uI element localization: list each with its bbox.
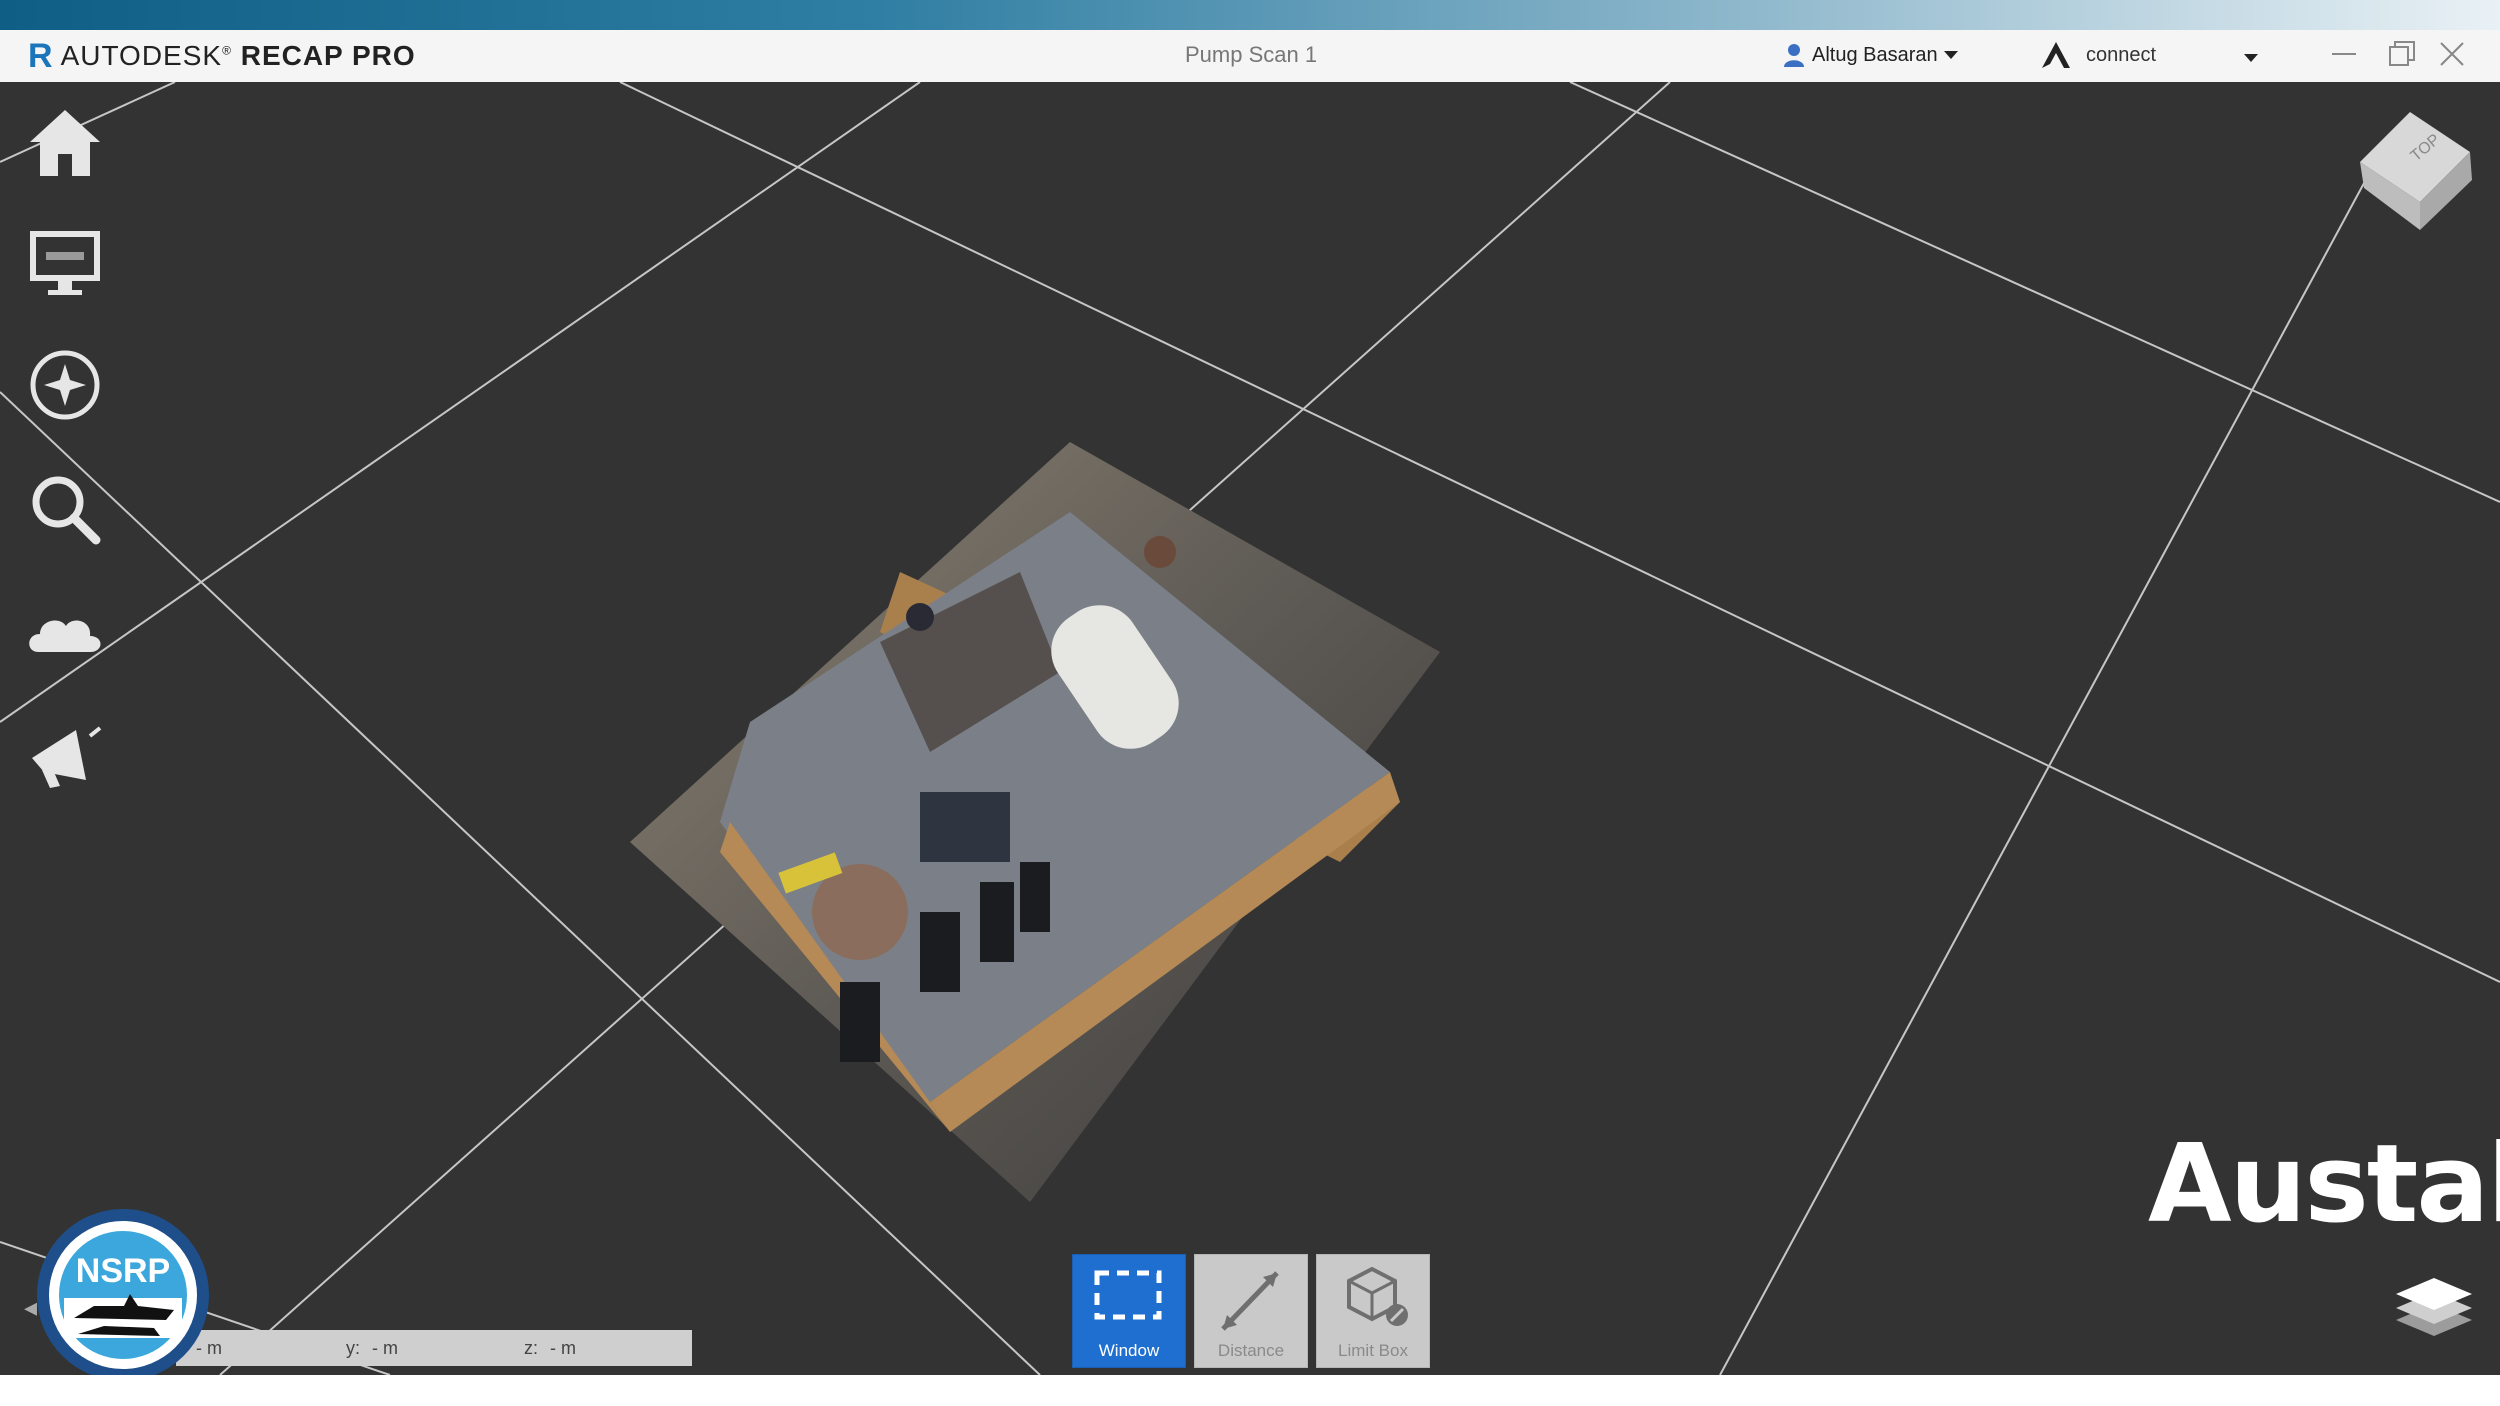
layers-icon	[2396, 1278, 2472, 1336]
user-icon	[1784, 44, 1804, 67]
measure-toolbar: Window Distance Limit Box	[1072, 1254, 1430, 1368]
3d-viewport[interactable]: TOP ◂ Window Distance Limit Box - m y: -…	[0, 82, 2500, 1375]
z-coordinate-label: z:	[524, 1337, 539, 1358]
window-select-icon	[1094, 1270, 1162, 1320]
view-cube-icon: TOP	[2360, 112, 2472, 230]
search-icon	[32, 476, 101, 545]
search-button[interactable]	[24, 468, 106, 550]
announcements-button[interactable]	[24, 714, 106, 796]
nsrp-logo: NSRP	[34, 1206, 212, 1375]
display-settings-button[interactable]	[24, 224, 106, 306]
minimize-icon[interactable]	[2326, 36, 2362, 72]
distance-icon	[1221, 1271, 1279, 1331]
user-menu[interactable]: Altug Basaran	[1782, 42, 1958, 68]
distance-tool-button[interactable]: Distance	[1194, 1254, 1308, 1368]
austal-watermark: Austal	[2148, 1122, 2500, 1247]
coordinate-readout: - m y: - m z: - m	[176, 1330, 692, 1366]
window-tool-label: Window	[1098, 1341, 1160, 1360]
brand-letter: R	[28, 36, 53, 75]
z-coordinate-value: - m	[550, 1337, 576, 1358]
connect-label: connect	[2086, 43, 2157, 66]
cloud-icon	[29, 620, 101, 652]
compass-icon	[30, 350, 100, 420]
connect-dropdown-icon[interactable]	[2244, 54, 2258, 62]
brand-prefix: AUTODESK	[60, 40, 223, 71]
title-gradient-bar	[0, 0, 2500, 30]
nsrp-logo-text: NSRP	[76, 1252, 170, 1290]
connect-menu[interactable]: connect	[2040, 40, 2156, 70]
navigation-button[interactable]	[24, 344, 106, 426]
document-title: Pump Scan 1	[1185, 42, 1318, 67]
chevron-down-icon	[1943, 51, 1958, 59]
close-icon[interactable]	[2434, 36, 2470, 72]
distance-tool-label: Distance	[1217, 1341, 1285, 1360]
layers-button[interactable]	[2392, 1274, 2476, 1344]
cloud-button[interactable]	[24, 592, 106, 674]
point-cloud-model	[630, 442, 1440, 1202]
monitor-icon	[30, 231, 100, 295]
megaphone-icon	[32, 726, 102, 788]
y-coordinate-label: y:	[346, 1337, 361, 1358]
restore-icon[interactable]	[2384, 36, 2420, 72]
view-cube[interactable]: TOP	[2350, 102, 2480, 232]
limit-box-tool-button[interactable]: Limit Box	[1316, 1254, 1430, 1368]
bottom-strip	[0, 1375, 2500, 1406]
brand-product: RECAP PRO	[240, 40, 416, 71]
limit-box-icon	[1347, 1266, 1408, 1326]
autodesk-logo-icon	[2042, 42, 2070, 68]
user-name: Altug Basaran	[1812, 43, 1938, 66]
window-tool-button[interactable]: Window	[1072, 1254, 1186, 1368]
title-bar: R AUTODESK® RECAP PRO Pump Scan 1 Altug …	[0, 30, 2500, 83]
y-coordinate-value: - m	[372, 1337, 398, 1358]
nsrp-logo-icon: NSRP	[37, 1209, 209, 1375]
home-button[interactable]	[24, 102, 106, 184]
app-brand: R AUTODESK® RECAP PRO	[28, 36, 416, 75]
limit-box-tool-label: Limit Box	[1338, 1341, 1408, 1360]
home-icon	[30, 110, 100, 176]
